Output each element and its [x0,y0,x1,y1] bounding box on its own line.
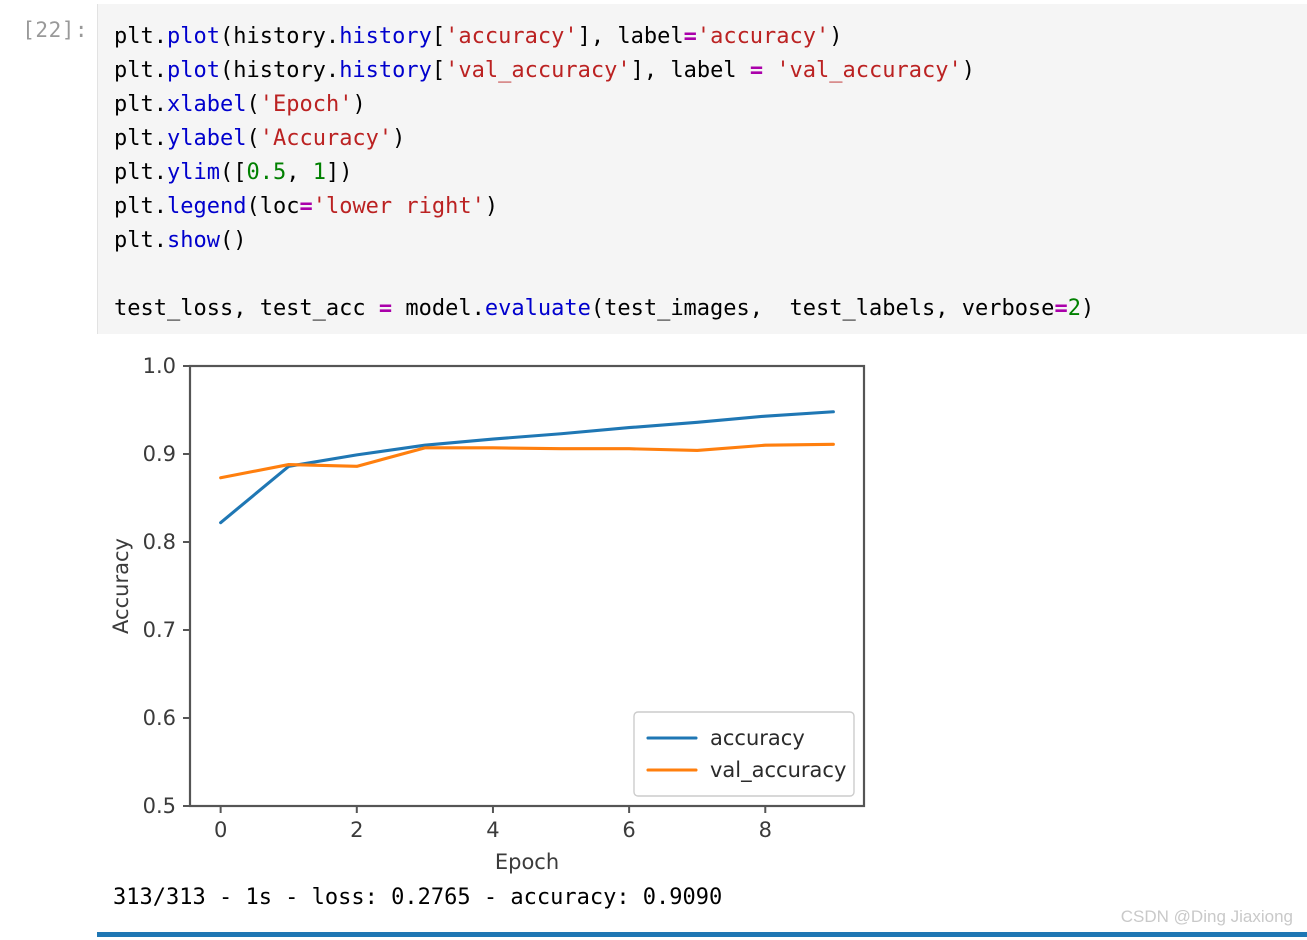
y-axis-label: Accuracy [109,538,133,634]
notebook-cell: [22]: plt.plot(history.history['accuracy… [0,0,1307,940]
code-token: history [339,24,432,49]
x-tick-label: 2 [350,818,363,842]
x-axis-label: Epoch [495,850,559,874]
code-token: 'val_accuracy' [776,58,962,83]
code-token: ], label [630,58,750,83]
y-tick-label: 0.6 [143,706,176,730]
code-token: ) [1080,296,1095,321]
code-token: = [683,24,697,49]
code-token: test_loss, test_acc [114,296,379,321]
code-line: test_loss, test_acc = model.evaluate(tes… [114,292,1094,326]
y-tick-label: 0.7 [143,618,176,642]
code-token: xlabel [166,92,247,117]
x-tick-label: 8 [759,818,772,842]
code-token: 'accuracy' [696,24,830,49]
code-token: 'lower right' [312,194,485,219]
code-token: show [166,228,220,253]
code-token: (test_images, test_labels, verbose [590,296,1055,321]
code-token: = [299,194,313,219]
cell-stdout-text: 313/313 - 1s - loss: 0.2765 - accuracy: … [113,885,723,910]
x-tick-label: 0 [214,818,227,842]
code-token: = [749,58,764,83]
code-token: legend [166,194,247,219]
code-token: 'accuracy' [445,24,578,49]
code-token: plt. [114,160,167,185]
code-token: model. [392,296,485,321]
code-token: = [1054,296,1068,321]
code-line: plt.ylabel('Accuracy') [114,122,1094,156]
x-tick-label: 4 [486,818,499,842]
code-token: () [219,228,247,253]
code-token: [ [431,58,446,83]
code-line: plt.show() [114,224,1094,258]
code-token: ]) [325,160,353,185]
code-token: 'val_accuracy' [445,58,631,83]
code-token: plot [166,58,220,83]
code-token: (history. [219,24,340,49]
code-token: plt. [114,58,167,83]
code-token: 1 [312,160,326,185]
x-tick-label: 6 [622,818,635,842]
cell-accent-bar [97,932,1307,937]
code-line: plt.xlabel('Epoch') [114,88,1094,122]
code-token: 'Epoch' [259,92,353,117]
code-token: plt. [114,194,167,219]
y-tick-label: 0.5 [143,794,176,818]
code-token: ( [246,126,260,151]
code-token: evaluate [484,296,591,321]
code-token: ) [961,58,975,83]
code-line: plt.legend(loc='lower right') [114,190,1094,224]
code-token: ylabel [166,126,247,151]
y-tick-label: 1.0 [143,354,176,378]
code-token: plt. [114,228,167,253]
legend-label-accuracy: accuracy [710,726,805,750]
y-tick-label: 0.8 [143,530,176,554]
code-editor-area[interactable]: plt.plot(history.history['accuracy'], la… [97,4,1307,334]
code-token: ) [392,126,406,151]
code-token: = [378,296,393,321]
y-tick-label: 0.9 [143,442,176,466]
code-token: plot [166,24,220,49]
legend-label-val-accuracy: val_accuracy [710,758,846,783]
code-token: ([ [219,160,247,185]
code-token: [ [431,24,446,49]
code-line: plt.plot(history.history['accuracy'], la… [114,20,1094,54]
code-token: ylim [166,160,220,185]
code-token: (history. [219,58,340,83]
code-token: history [339,58,432,83]
code-token: plt. [114,92,167,117]
code-token: (loc [246,194,300,219]
code-line: plt.plot(history.history['val_accuracy']… [114,54,1094,88]
code-token: 'Accuracy' [259,126,393,151]
code-source[interactable]: plt.plot(history.history['accuracy'], la… [114,20,1094,326]
code-line: plt.ylim([0.5, 1]) [114,156,1094,190]
code-token: 0.5 [246,160,287,185]
code-token: ) [829,24,843,49]
code-token: plt. [114,24,167,49]
code-token: ) [352,92,366,117]
code-token: ( [246,92,260,117]
matplotlib-figure-output: 0 2 4 6 8 0.5 0.6 0.7 0.8 0.9 1.0 Epoch Accuracy accu… [97,340,997,880]
accuracy-line-chart: 0 2 4 6 8 0.5 0.6 0.7 0.8 0.9 1.0 Epoch Accuracy accu… [109,354,866,874]
legend-box [633,711,855,797]
code-token: 2 [1067,296,1081,321]
code-token: , [286,160,313,185]
code-token: plt. [114,126,167,151]
code-token: ) [484,194,499,219]
cell-execution-prompt: [22]: [22,18,88,42]
code-token: ], label [577,24,684,49]
watermark-label: CSDN @Ding Jiaxiong [1120,907,1293,926]
